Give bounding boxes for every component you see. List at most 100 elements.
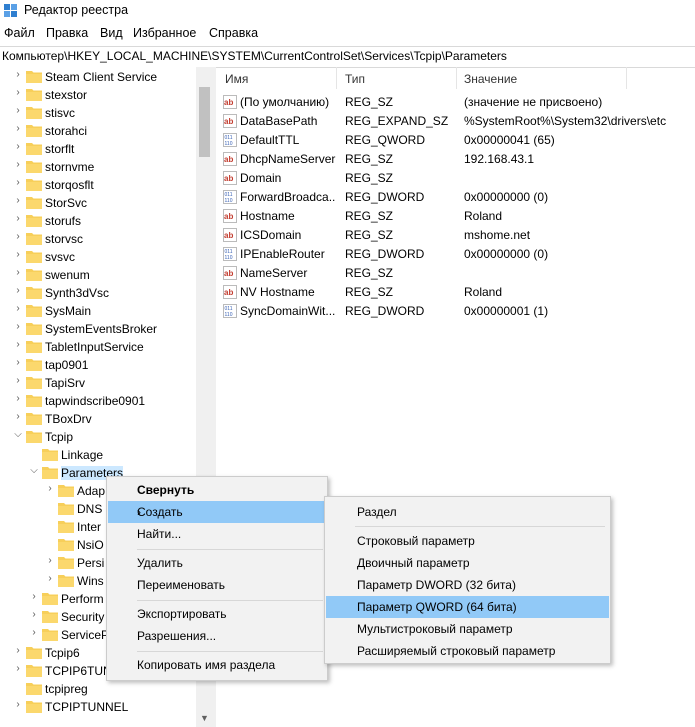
tree-item-sysmain[interactable]: › SysMain (0, 302, 211, 320)
tree-item-tapisrv[interactable]: › TapiSrv (0, 374, 211, 392)
tree-item-storahci[interactable]: › storahci (0, 122, 211, 140)
tree-item-tapwindscribe0901[interactable]: › tapwindscribe0901 (0, 392, 211, 410)
expander-closed-icon[interactable]: › (28, 609, 40, 620)
expander-closed-icon[interactable]: › (12, 411, 24, 422)
tree-item-storufs[interactable]: › storufs (0, 212, 211, 230)
table-row[interactable]: ab Hostname REG_SZ Roland (216, 207, 695, 226)
tree-item-stisvc[interactable]: › stisvc (0, 104, 211, 122)
table-row[interactable]: ab Domain REG_SZ (216, 169, 695, 188)
table-row[interactable]: ab DataBasePath REG_EXPAND_SZ %SystemRoot%\… (216, 112, 695, 131)
tree-item-tap0901[interactable]: › tap0901 (0, 356, 211, 374)
expander-closed-icon[interactable]: › (12, 213, 24, 224)
tree-item-label: TCPIP6TUN (45, 664, 112, 678)
context-item-create[interactable]: Создать › (108, 501, 326, 523)
tree-item-tboxdrv[interactable]: › TBoxDrv (0, 410, 211, 428)
tree-item-systemeventsbroker[interactable]: › SystemEventsBroker (0, 320, 211, 338)
expander-closed-icon[interactable]: › (12, 339, 24, 350)
tree-item-synth3dvsc[interactable]: › Synth3dVsc (0, 284, 211, 302)
table-row[interactable]: 011 110 IPEnableRouter REG_DWORD 0x00000000 … (216, 245, 695, 264)
tree-item-tcpipreg[interactable]: tcpipreg (0, 680, 211, 698)
submenu-item-qword[interactable]: Параметр QWORD (64 бита) (326, 596, 609, 618)
column-header-type[interactable]: Тип (345, 72, 365, 86)
submenu-item-multi-string[interactable]: Мультистроковый параметр (326, 618, 609, 640)
tree-item-storvsc[interactable]: › storvsc (0, 230, 211, 248)
address-path[interactable]: Компьютер\HKEY_LOCAL_MACHINE\SYSTEM\Curr… (2, 49, 507, 63)
tree-item-tcpiptunnel[interactable]: › TCPIPTUNNEL (0, 698, 211, 716)
expander-closed-icon[interactable]: › (44, 573, 56, 584)
table-row[interactable]: 011 110 DefaultTTL REG_QWORD 0x00000041 (65) (216, 131, 695, 150)
expander-closed-icon[interactable]: › (12, 249, 24, 260)
table-row[interactable]: ab ICSDomain REG_SZ mshome.net (216, 226, 695, 245)
expander-closed-icon[interactable]: › (12, 69, 24, 80)
expander-closed-icon[interactable]: › (12, 105, 24, 116)
tree-item-steam-client-service[interactable]: › Steam Client Service (0, 68, 211, 86)
address-bar[interactable]: Компьютер\HKEY_LOCAL_MACHINE\SYSTEM\Curr… (0, 46, 695, 68)
context-item-export[interactable]: Экспортировать (108, 603, 326, 625)
context-item-find[interactable]: Найти... (108, 523, 326, 545)
submenu-item-string[interactable]: Строковый параметр (326, 530, 609, 552)
expander-closed-icon[interactable]: › (12, 231, 24, 242)
scrollbar-thumb[interactable] (199, 87, 210, 157)
menu-favorites[interactable]: Избранное (133, 26, 196, 40)
expander-closed-icon[interactable]: › (12, 123, 24, 134)
table-row[interactable]: ab NV Hostname REG_SZ Roland (216, 283, 695, 302)
submenu-item-expandable-string[interactable]: Расширяемый строковый параметр (326, 640, 609, 662)
tree-item-label: stornvme (45, 160, 95, 174)
expander-closed-icon[interactable]: › (12, 303, 24, 314)
expander-closed-icon[interactable]: › (12, 699, 24, 710)
expander-closed-icon[interactable]: › (12, 357, 24, 368)
table-row[interactable]: 011 110 ForwardBroadca... REG_DWORD 0x000000… (216, 188, 695, 207)
tree-item-storqosflt[interactable]: › storqosflt (0, 176, 211, 194)
expander-open-icon[interactable]: ⌵ (28, 465, 40, 476)
expander-closed-icon[interactable]: › (12, 195, 24, 206)
expander-closed-icon[interactable]: › (12, 393, 24, 404)
submenu-item-key[interactable]: Раздел (326, 501, 609, 523)
menu-help[interactable]: Справка (209, 26, 258, 40)
table-row[interactable]: 011 110 SyncDomainWit... REG_DWORD 0x0000000… (216, 302, 695, 321)
tree-item-linkage[interactable]: Linkage (0, 446, 211, 464)
context-item-copy-key-name[interactable]: Копировать имя раздела (108, 654, 326, 676)
expander-closed-icon[interactable]: › (44, 555, 56, 566)
folder-icon (58, 557, 74, 569)
column-header-name[interactable]: Имя (225, 72, 248, 86)
expander-closed-icon[interactable]: › (12, 285, 24, 296)
expander-closed-icon[interactable]: › (12, 321, 24, 332)
tree-item-label: ServiceP (61, 628, 110, 642)
scroll-down-arrow-icon[interactable]: ▼ (200, 713, 209, 723)
tree-item-stornvme[interactable]: › stornvme (0, 158, 211, 176)
menu-edit[interactable]: Правка (46, 26, 88, 40)
submenu-item-dword[interactable]: Параметр DWORD (32 бита) (326, 574, 609, 596)
expander-closed-icon[interactable]: › (28, 591, 40, 602)
tree-item-storflt[interactable]: › storflt (0, 140, 211, 158)
tree-item-swenum[interactable]: › swenum (0, 266, 211, 284)
expander-closed-icon[interactable]: › (12, 87, 24, 98)
context-item-permissions[interactable]: Разрешения... (108, 625, 326, 647)
expander-closed-icon[interactable]: › (12, 663, 24, 674)
expander-closed-icon[interactable]: › (12, 375, 24, 386)
table-row[interactable]: ab (По умолчанию) REG_SZ (значение не присв… (216, 93, 695, 112)
menu-file[interactable]: Файл (4, 26, 35, 40)
expander-closed-icon[interactable]: › (12, 645, 24, 656)
table-row[interactable]: ab NameServer REG_SZ (216, 264, 695, 283)
tree-item-label: storflt (45, 142, 75, 156)
context-item-delete[interactable]: Удалить (108, 552, 326, 574)
tree-item-tabletinputservice[interactable]: › TabletInputService (0, 338, 211, 356)
expander-open-icon[interactable]: ⌵ (12, 429, 24, 440)
expander-closed-icon[interactable]: › (12, 159, 24, 170)
tree-item-svsvc[interactable]: › svsvc (0, 248, 211, 266)
submenu-item-binary[interactable]: Двоичный параметр (326, 552, 609, 574)
expander-closed-icon[interactable]: › (28, 627, 40, 638)
table-row[interactable]: ab DhcpNameServer REG_SZ 192.168.43.1 (216, 150, 695, 169)
tree-item-tcpip[interactable]: ⌵ Tcpip (0, 428, 211, 446)
context-item-rename[interactable]: Переименовать (108, 574, 326, 596)
expander-closed-icon[interactable]: › (44, 483, 56, 494)
expander-closed-icon[interactable]: › (12, 141, 24, 152)
tree-item-stexstor[interactable]: › stexstor (0, 86, 211, 104)
expander-closed-icon[interactable]: › (12, 177, 24, 188)
context-item-collapse[interactable]: Свернуть (108, 479, 326, 501)
tree-item-storsvc[interactable]: › StorSvc (0, 194, 211, 212)
expander-closed-icon[interactable]: › (12, 267, 24, 278)
tree-item-label: SysMain (45, 304, 92, 318)
menu-view[interactable]: Вид (100, 26, 123, 40)
column-header-value[interactable]: Значение (464, 72, 517, 86)
